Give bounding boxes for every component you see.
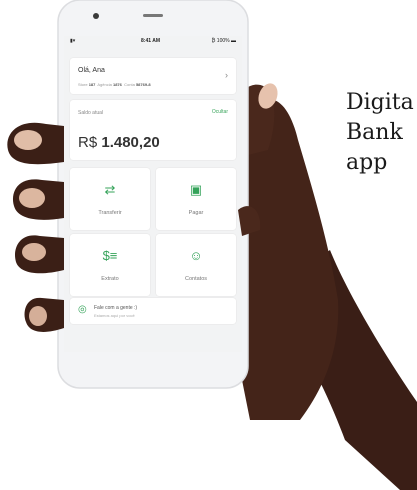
contacts-button[interactable]: ☺ Contatos — [156, 234, 236, 296]
status-time: 8:41 AM — [141, 38, 160, 44]
chat-title: Fale com a gente :) — [94, 305, 138, 311]
balance-label: Saldo atual — [78, 110, 104, 116]
caption-line: app — [346, 150, 388, 175]
caption-text: Digita Bank app — [346, 88, 417, 178]
account-details: Store 187 Agência 1876 Conta 58769-8 — [78, 82, 151, 87]
balance-card: Saldo atual Ocultar R$ 1.480,20 — [70, 100, 236, 160]
caption-line: Digita — [346, 90, 414, 115]
tile-label: Pagar — [188, 210, 204, 216]
transfer-button[interactable]: ⇄ Transferir — [70, 168, 150, 230]
chat-subtitle: Estamos aqui por você — [94, 313, 135, 318]
barcode-scan-icon: ▣ — [189, 182, 203, 197]
chat-support-button[interactable]: ◎ Fale com a gente :) Estamos aqui por v… — [70, 298, 236, 324]
chevron-right-icon: › — [225, 70, 228, 80]
caption-line: Bank — [346, 120, 403, 145]
tile-label: Contatos — [184, 276, 207, 282]
hide-balance-button[interactable]: Ocultar — [212, 109, 228, 115]
signal-icon: ▮▾ — [70, 38, 76, 44]
balance-value: R$ 1.480,20 — [78, 134, 160, 151]
location-pin-icon: ◎ — [78, 304, 87, 315]
transfer-icon: ⇄ — [104, 182, 116, 197]
person-icon: ☺ — [189, 248, 203, 263]
tile-label: Transferir — [98, 210, 122, 216]
battery-icon: ₿ 100% ▬ — [211, 38, 236, 44]
app-screen: ▮▾ 8:41 AM ₿ 100% ▬ Olá, Ana Store 187 A… — [64, 36, 242, 352]
status-bar: ▮▾ 8:41 AM ₿ 100% ▬ — [64, 36, 242, 46]
account-card[interactable]: Olá, Ana Store 187 Agência 1876 Conta 58… — [70, 58, 236, 94]
tile-label: Extrato — [101, 276, 119, 282]
statement-button[interactable]: $≡ Extrato — [70, 234, 150, 296]
pay-button[interactable]: ▣ Pagar — [156, 168, 236, 230]
statement-icon: $≡ — [102, 248, 118, 263]
greeting: Olá, Ana — [78, 67, 105, 74]
